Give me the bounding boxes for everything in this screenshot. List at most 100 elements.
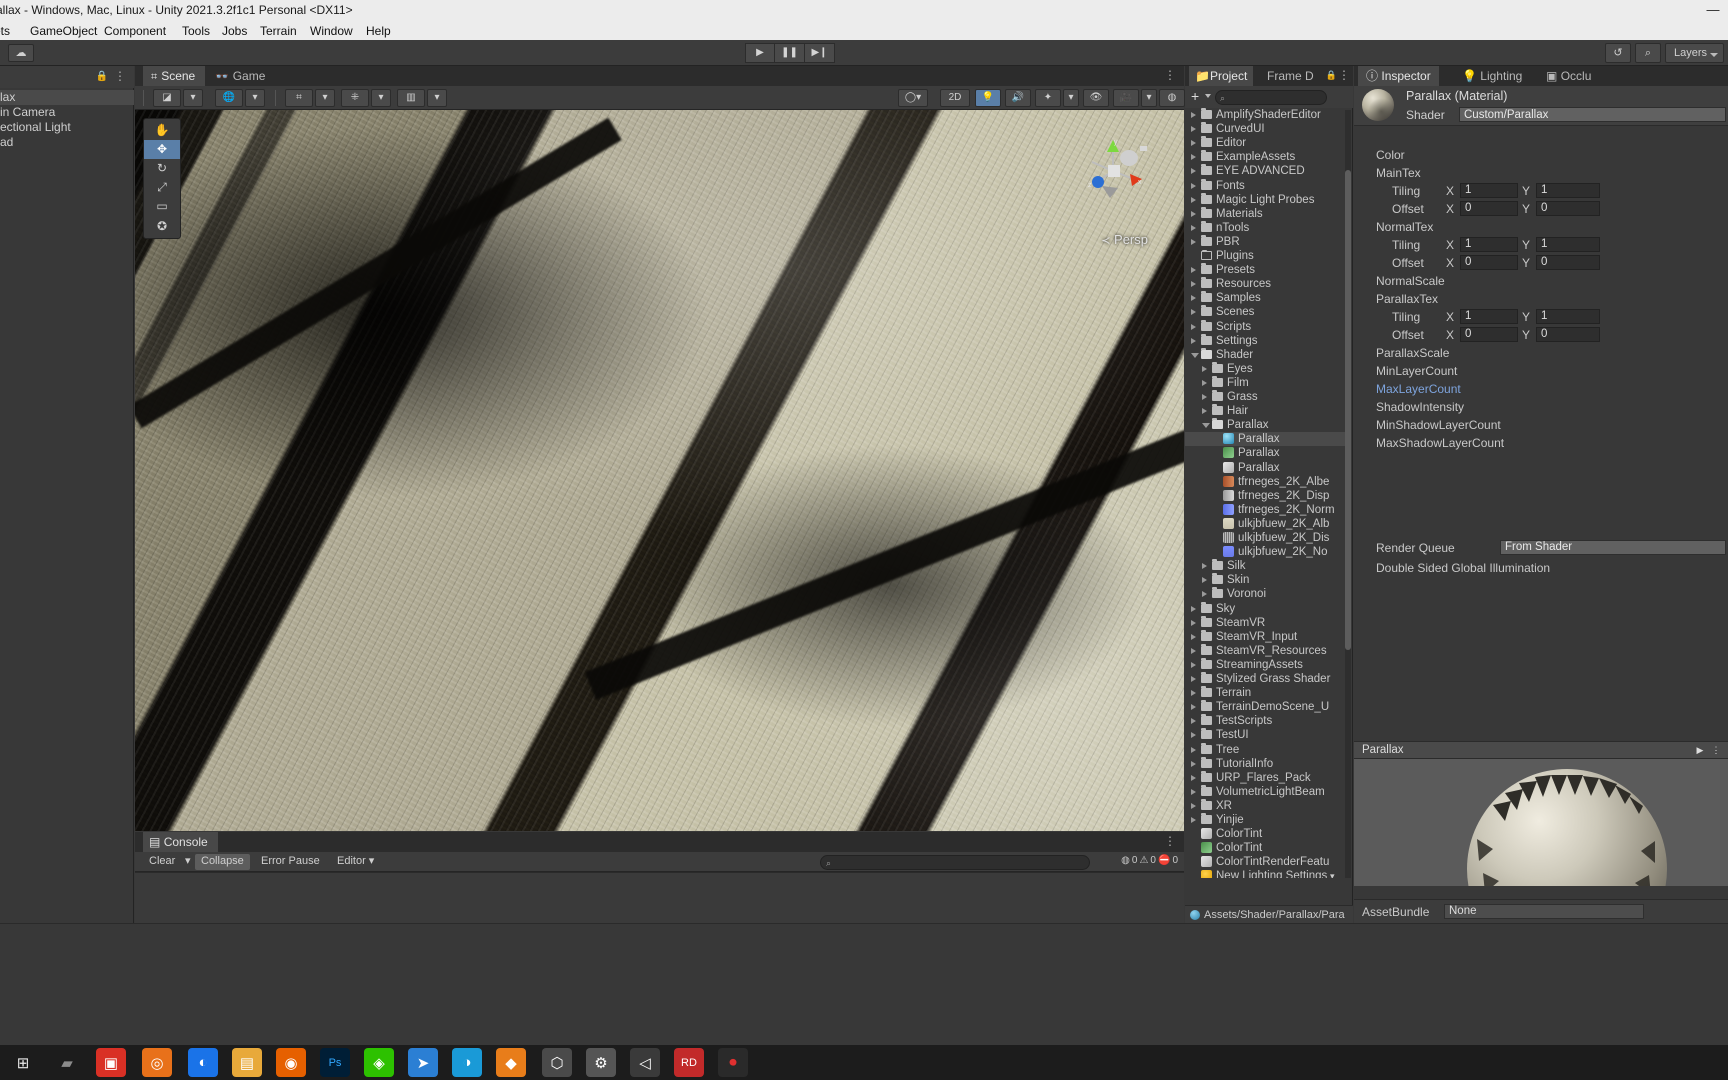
chevron-right-icon[interactable] bbox=[1191, 140, 1196, 147]
menu-item-window[interactable]: Window bbox=[310, 24, 353, 38]
taskbar-unity-hub-app[interactable]: ◆ bbox=[496, 1048, 526, 1077]
project-tree-item[interactable]: Scripts bbox=[1185, 319, 1345, 334]
warning-count[interactable]: ⚠ 0 bbox=[1139, 855, 1156, 866]
preview-play-icon[interactable]: ▶ bbox=[1694, 745, 1706, 757]
audio-toggle-icon[interactable]: 🔊 bbox=[1005, 89, 1031, 107]
project-tree-item[interactable]: EYE ADVANCED bbox=[1185, 164, 1345, 178]
rotate-tool[interactable]: ↻ bbox=[144, 159, 180, 178]
console-menu-icon[interactable]: ⋮ bbox=[1164, 834, 1176, 848]
project-tree-item[interactable]: URP_Flares_Pack bbox=[1185, 770, 1345, 785]
property-label-minshadowlayercount[interactable]: MinShadowLayerCount bbox=[1376, 418, 1501, 432]
grid-snap-dropdown[interactable]: ▾ bbox=[315, 89, 335, 107]
clear-button[interactable]: Clear bbox=[143, 854, 181, 870]
taskbar-red-app[interactable]: ▣ bbox=[96, 1048, 126, 1077]
assetbundle-dropdown[interactable]: None bbox=[1444, 904, 1644, 919]
project-tree-item[interactable]: Samples bbox=[1185, 291, 1345, 305]
project-tree-item[interactable]: TutorialInfo bbox=[1185, 756, 1345, 771]
project-scrollbar[interactable] bbox=[1345, 110, 1351, 878]
chevron-right-icon[interactable] bbox=[1191, 126, 1196, 133]
project-tree-item[interactable]: ExampleAssets bbox=[1185, 150, 1345, 164]
property-label-color[interactable]: Color bbox=[1376, 148, 1405, 162]
lighting-toggle-icon[interactable]: 💡 bbox=[975, 89, 1001, 107]
property-label-normaltex[interactable]: NormalTex bbox=[1376, 220, 1433, 234]
project-tree-item[interactable]: Silk bbox=[1185, 559, 1345, 573]
project-tree-item[interactable]: tfrneges_2K_Albe bbox=[1185, 475, 1345, 489]
taskbar-start-task-view[interactable]: ⊞ bbox=[8, 1048, 38, 1077]
project-tree-item[interactable]: Hair bbox=[1185, 404, 1345, 418]
taskbar-photoshop-app[interactable]: Ps bbox=[320, 1048, 350, 1077]
console-search-input[interactable]: ⌕ bbox=[820, 855, 1090, 870]
project-tree-item[interactable]: Settings bbox=[1185, 333, 1345, 348]
search-icon[interactable]: ⌕ bbox=[1634, 43, 1661, 63]
project-tree-item[interactable]: Editor bbox=[1185, 136, 1345, 150]
tab-lighting[interactable]: 💡 Lighting bbox=[1454, 66, 1530, 86]
chevron-down-icon[interactable] bbox=[1205, 94, 1211, 98]
project-tree-item[interactable]: Sky bbox=[1185, 601, 1345, 616]
material-preview-viewport[interactable] bbox=[1354, 759, 1728, 886]
project-tree-item[interactable]: SteamVR bbox=[1185, 615, 1345, 630]
menu-item-gameobject[interactable]: GameObject bbox=[30, 24, 97, 38]
property-label-maintex[interactable]: MainTex bbox=[1376, 166, 1421, 180]
property-label-parallaxtex[interactable]: ParallaxTex bbox=[1376, 292, 1438, 306]
chevron-right-icon[interactable] bbox=[1191, 112, 1196, 118]
menu-item-ets[interactable]: ets bbox=[0, 24, 10, 38]
project-search-input[interactable]: ⌕ bbox=[1215, 90, 1327, 105]
project-tree-item[interactable]: ColorTintRenderFeatu bbox=[1185, 855, 1345, 869]
vertex-snap-button[interactable]: ⁜ bbox=[341, 89, 369, 107]
shading-mode-dropdown[interactable]: ▾ bbox=[183, 89, 203, 107]
project-tree-item[interactable]: ColorTint bbox=[1185, 841, 1345, 855]
taskbar-firefox-app[interactable]: ◉ bbox=[276, 1048, 306, 1077]
taskbar-blue-browser-app[interactable]: ◐ bbox=[188, 1048, 218, 1077]
offset-x-input[interactable]: 0 bbox=[1460, 201, 1518, 216]
project-tree-item[interactable]: XR bbox=[1185, 798, 1345, 813]
taskbar-video-app[interactable]: ◁ bbox=[630, 1048, 660, 1077]
taskbar-blue-arrow-app[interactable]: ➤ bbox=[408, 1048, 438, 1077]
render-queue-dropdown[interactable]: From Shader bbox=[1500, 540, 1726, 555]
chevron-right-icon[interactable] bbox=[1202, 365, 1207, 372]
chevron-right-icon[interactable] bbox=[1191, 732, 1196, 739]
scene-menu-icon[interactable]: ⋮ bbox=[1164, 68, 1176, 82]
tiling-y-input[interactable]: 1 bbox=[1536, 237, 1600, 252]
project-tree-item[interactable]: VolumetricLightBeam bbox=[1185, 784, 1345, 799]
project-tree-item[interactable]: ulkjbfuew_2K_Alb bbox=[1185, 517, 1345, 531]
project-tree-item[interactable]: Tree bbox=[1185, 742, 1345, 757]
tiling-x-input[interactable]: 1 bbox=[1460, 237, 1518, 252]
minimize-button[interactable]: — bbox=[1698, 0, 1728, 21]
chevron-right-icon[interactable] bbox=[1191, 690, 1196, 697]
project-tree-item[interactable]: Terrain bbox=[1185, 686, 1345, 700]
hierarchy-item[interactable]: ectional Light bbox=[0, 120, 134, 135]
menu-item-terrain[interactable]: Terrain bbox=[260, 24, 297, 38]
project-tree-item[interactable]: Skin bbox=[1185, 573, 1345, 587]
chevron-right-icon[interactable] bbox=[1191, 210, 1196, 217]
scene-projection-label[interactable]: ≺ Persp bbox=[1101, 232, 1148, 247]
layers-dropdown[interactable]: Layers bbox=[1664, 43, 1724, 63]
project-tree-item[interactable]: tfrneges_2K_Disp bbox=[1185, 489, 1345, 503]
project-tree-item[interactable]: Yinjie bbox=[1185, 813, 1345, 827]
taskbar-orange-circle-app[interactable]: ◎ bbox=[142, 1048, 172, 1077]
project-tree-item[interactable]: Magic Light Probes bbox=[1185, 192, 1345, 207]
project-tree-item[interactable]: SteamVR_Input bbox=[1185, 629, 1345, 644]
property-label-minlayercount[interactable]: MinLayerCount bbox=[1376, 364, 1457, 378]
project-tree-item[interactable]: PBR bbox=[1185, 234, 1345, 249]
taskbar-teal-browser-app[interactable]: ◑ bbox=[452, 1048, 482, 1077]
cloud-icon[interactable]: ☁ bbox=[8, 44, 34, 62]
tab-inspector[interactable]: ⓘ Inspector bbox=[1358, 66, 1439, 86]
chevron-right-icon[interactable] bbox=[1191, 647, 1196, 654]
pause-button[interactable]: ❚❚ bbox=[775, 43, 805, 63]
project-tree-item[interactable]: Scenes bbox=[1185, 305, 1345, 319]
step-button[interactable]: ▶❙ bbox=[805, 43, 835, 63]
rect-tool[interactable]: ▭ bbox=[144, 197, 180, 217]
grid-scale-dropdown[interactable]: ▾ bbox=[427, 89, 447, 107]
add-asset-button[interactable]: + bbox=[1191, 89, 1199, 104]
project-asset-tree[interactable]: AmplifyShaderEditor CurvedUI Editor Example… bbox=[1185, 108, 1353, 878]
transform-tool[interactable]: ✪ bbox=[144, 217, 180, 236]
fx-dropdown[interactable]: ▾ bbox=[1063, 89, 1079, 107]
fx-toggle-icon[interactable]: ✦ bbox=[1035, 89, 1061, 107]
project-tree-item[interactable]: Stylized Grass Shader bbox=[1185, 672, 1345, 686]
chevron-down-icon[interactable]: ▾ bbox=[1330, 869, 1335, 878]
camera-dropdown[interactable]: ▾ bbox=[1141, 89, 1157, 107]
project-tree-item[interactable]: TestScripts bbox=[1185, 714, 1345, 728]
project-tree-item[interactable]: TerrainDemoScene_U bbox=[1185, 700, 1345, 714]
chevron-right-icon[interactable] bbox=[1191, 788, 1196, 795]
chevron-down-icon[interactable] bbox=[1191, 352, 1199, 358]
